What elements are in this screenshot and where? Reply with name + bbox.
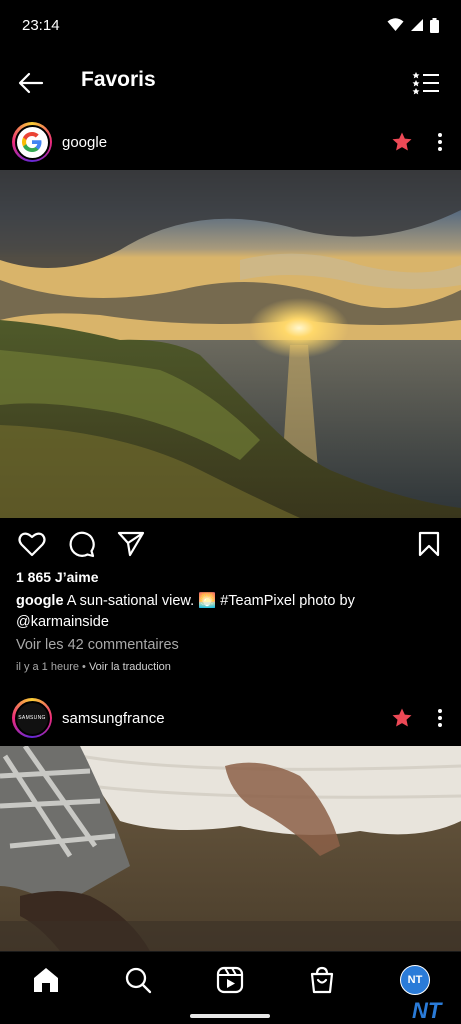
- status-time: 23:14: [22, 16, 60, 34]
- star-icon[interactable]: [391, 707, 413, 729]
- signal-icon: [411, 19, 423, 31]
- shopping-bag-icon: [310, 966, 334, 994]
- post-header: google: [0, 116, 461, 168]
- page-title: Favoris: [81, 68, 156, 91]
- post-actions: [0, 525, 461, 561]
- caption-text: A sun-sational view. 🌅 #TeamPixel photo …: [16, 593, 355, 630]
- dot-icon: [438, 709, 442, 713]
- translate-link[interactable]: Voir la traduction: [89, 661, 171, 673]
- starred-list-icon: [412, 72, 439, 95]
- heart-icon: [18, 532, 46, 557]
- battery-icon: [430, 17, 439, 33]
- status-icons: [387, 17, 439, 33]
- nav-shop[interactable]: [307, 965, 337, 995]
- send-icon: [117, 531, 145, 557]
- home-icon: [34, 968, 58, 992]
- dot-icon: [438, 723, 442, 727]
- meta-separator: •: [78, 661, 89, 673]
- post-image[interactable]: [0, 170, 461, 518]
- like-button[interactable]: [17, 529, 47, 559]
- avatar[interactable]: SAMSUNG: [12, 698, 52, 738]
- post-header: SAMSUNG samsungfrance: [0, 692, 461, 744]
- nav-reels[interactable]: [215, 965, 245, 995]
- bookmark-icon: [418, 531, 440, 557]
- dot-icon: [438, 716, 442, 720]
- likes-count[interactable]: 1 865 J’aime: [16, 569, 99, 585]
- search-icon: [125, 967, 152, 994]
- comment-icon: [69, 531, 95, 558]
- comment-button[interactable]: [66, 529, 96, 559]
- nav-profile-avatar[interactable]: NT: [400, 965, 430, 995]
- star-icon[interactable]: [391, 131, 413, 153]
- samsung-logo-icon: SAMSUNG: [18, 715, 46, 721]
- watermark: NT: [412, 998, 442, 1023]
- favorites-list-button[interactable]: [409, 66, 443, 100]
- wifi-icon: [387, 18, 404, 31]
- post-image[interactable]: [0, 746, 461, 951]
- home-indicator[interactable]: [190, 1014, 270, 1018]
- nav-home[interactable]: [31, 965, 61, 995]
- reels-icon: [216, 966, 244, 994]
- app-header: Favoris: [0, 56, 461, 108]
- view-comments-link[interactable]: Voir les 42 commentaires: [16, 637, 179, 653]
- more-options-button[interactable]: [435, 131, 445, 153]
- google-logo-icon: [22, 132, 42, 152]
- post-username[interactable]: samsungfrance: [62, 710, 165, 727]
- dot-icon: [438, 147, 442, 151]
- status-bar: 23:14: [0, 0, 461, 50]
- share-button[interactable]: [116, 529, 146, 559]
- caption-username[interactable]: google: [16, 593, 64, 609]
- dot-icon: [438, 133, 442, 137]
- dot-icon: [438, 140, 442, 144]
- avatar[interactable]: [12, 122, 52, 162]
- post-caption: google A sun-sational view. 🌅 #TeamPixel…: [16, 591, 436, 633]
- arrow-left-icon: [18, 72, 44, 94]
- save-button[interactable]: [414, 529, 444, 559]
- more-options-button[interactable]: [435, 707, 445, 729]
- post-time: il y a 1 heure: [16, 661, 79, 673]
- nav-search[interactable]: [123, 965, 153, 995]
- back-button[interactable]: [14, 66, 48, 100]
- post-meta: il y a 1 heure • Voir la traduction: [16, 661, 171, 673]
- post-username[interactable]: google: [62, 134, 107, 151]
